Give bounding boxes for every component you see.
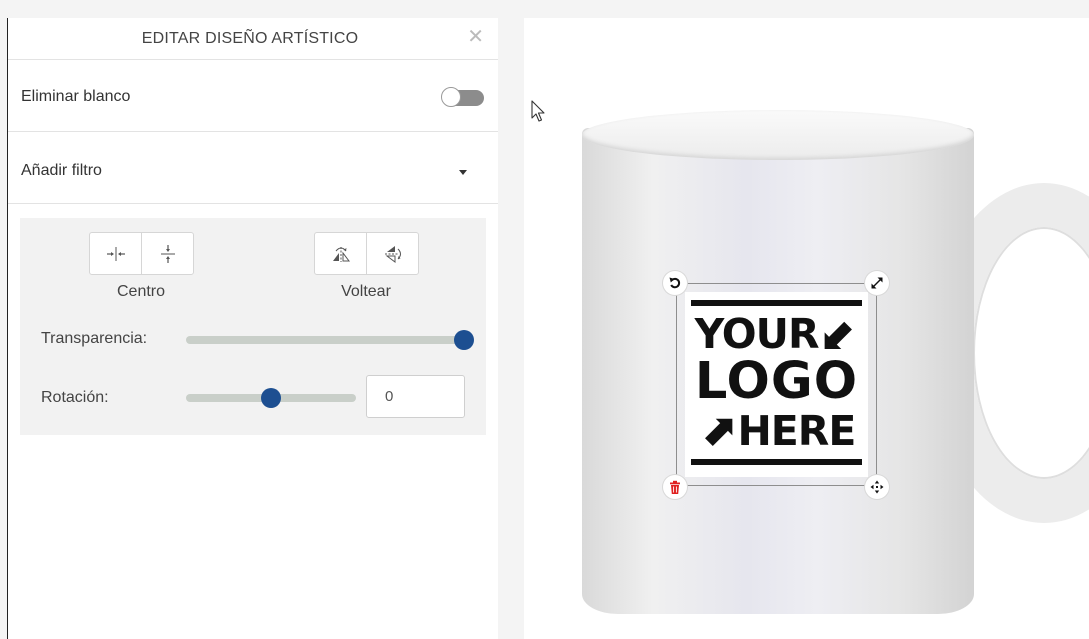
rotate-handle[interactable] (663, 271, 687, 295)
flip-vertical-icon (384, 245, 401, 263)
logo-top-bar (691, 300, 862, 306)
mug-rim (582, 110, 974, 160)
caret-down-icon (459, 170, 467, 175)
transparency-label: Transparencia: (41, 330, 148, 347)
center-vertical-button[interactable] (141, 233, 193, 274)
logo-text-here: HERE (737, 406, 856, 455)
design-canvas: YOUR ⬋ LOGO ⬈ HERE (524, 18, 1089, 639)
flip-vertical-button[interactable] (366, 233, 418, 274)
edit-artwork-panel: EDITAR DISEÑO ARTÍSTICO ✕ Eliminar blanc… (8, 18, 498, 639)
panel-title: EDITAR DISEÑO ARTÍSTICO (141, 29, 359, 47)
rotation-input[interactable] (366, 375, 465, 418)
flip-horizontal-icon (332, 246, 350, 262)
mouse-pointer-icon (531, 100, 545, 122)
logo-line-2: LOGO (694, 352, 859, 411)
rotate-icon (669, 277, 681, 289)
logo-bottom-bar (691, 459, 862, 465)
remove-white-label: Eliminar blanco (21, 88, 131, 105)
delete-icon (670, 480, 680, 494)
rotation-slider[interactable] (186, 388, 356, 408)
center-vertical-icon (160, 244, 175, 263)
rotation-slider-thumb[interactable] (261, 388, 281, 408)
transparency-slider-thumb[interactable] (454, 330, 474, 350)
arrow-up-right-icon: ⬈ (699, 405, 737, 456)
resize-icon (871, 277, 883, 289)
toggle-knob (441, 87, 461, 107)
remove-white-row: Eliminar blanco (8, 60, 498, 132)
resize-handle[interactable] (865, 271, 889, 295)
flip-button-group (314, 232, 419, 275)
move-icon (870, 480, 884, 494)
delete-handle[interactable] (663, 475, 687, 499)
flip-horizontal-button[interactable] (315, 233, 366, 274)
add-filter-label: Añadir filtro (21, 162, 102, 179)
transparency-slider[interactable] (186, 330, 474, 350)
center-label: Centro (116, 283, 166, 300)
flip-label: Voltear (341, 283, 391, 300)
add-filter-dropdown[interactable]: Añadir filtro (8, 132, 498, 204)
rotation-label: Rotación: (41, 389, 109, 406)
logo-line-3: ⬈ HERE (698, 405, 857, 456)
center-horizontal-button[interactable] (90, 233, 141, 274)
remove-white-toggle[interactable] (441, 87, 484, 108)
logo-artwork: YOUR ⬋ LOGO ⬈ HERE (685, 292, 868, 477)
panel-header: EDITAR DISEÑO ARTÍSTICO ✕ (8, 18, 498, 60)
center-horizontal-icon (106, 246, 125, 261)
close-icon[interactable]: ✕ (467, 27, 484, 47)
arrow-down-left-icon: ⬋ (820, 308, 858, 359)
artwork-selection-frame[interactable]: YOUR ⬋ LOGO ⬈ HERE (676, 283, 877, 486)
center-button-group (89, 232, 194, 275)
move-handle[interactable] (865, 475, 889, 499)
logo-line-1: YOUR ⬋ (695, 312, 859, 356)
artwork-tools: Centro Voltear Transparencia: Rotación: … (20, 218, 486, 435)
logo-text-your: YOUR (694, 309, 820, 358)
